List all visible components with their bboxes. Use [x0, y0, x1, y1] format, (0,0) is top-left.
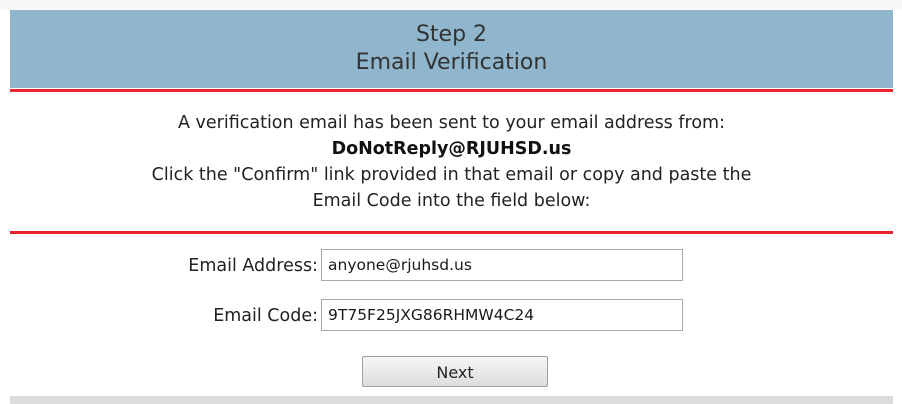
email-code-label: Email Code:	[213, 306, 318, 326]
step-number: Step 2	[415, 22, 488, 47]
step-header: Step 2 Email Verification	[10, 10, 893, 88]
next-button[interactable]: Next	[362, 356, 548, 387]
message-divider	[10, 231, 893, 234]
sender-address: DoNotReply@RJUHSD.us	[331, 139, 572, 159]
page-title: Email Verification	[355, 50, 548, 75]
message-line-4: Email Code into the field below:	[312, 191, 591, 211]
verification-page: Step 2 Email Verification A verification…	[0, 0, 902, 404]
email-address-row: Email Address:	[10, 248, 893, 284]
message-line-1: A verification email has been sent to yo…	[178, 113, 725, 133]
top-strip	[0, 0, 902, 10]
instruction-message: A verification email has been sent to yo…	[10, 110, 893, 214]
email-address-label: Email Address:	[188, 256, 318, 276]
header-divider	[10, 89, 893, 92]
bottom-strip	[10, 396, 893, 404]
email-code-row: Email Code:	[10, 298, 893, 334]
message-line-3: Click the "Confirm" link provided in tha…	[151, 165, 752, 185]
email-code-input[interactable]	[321, 299, 683, 331]
email-address-input[interactable]	[321, 249, 683, 281]
